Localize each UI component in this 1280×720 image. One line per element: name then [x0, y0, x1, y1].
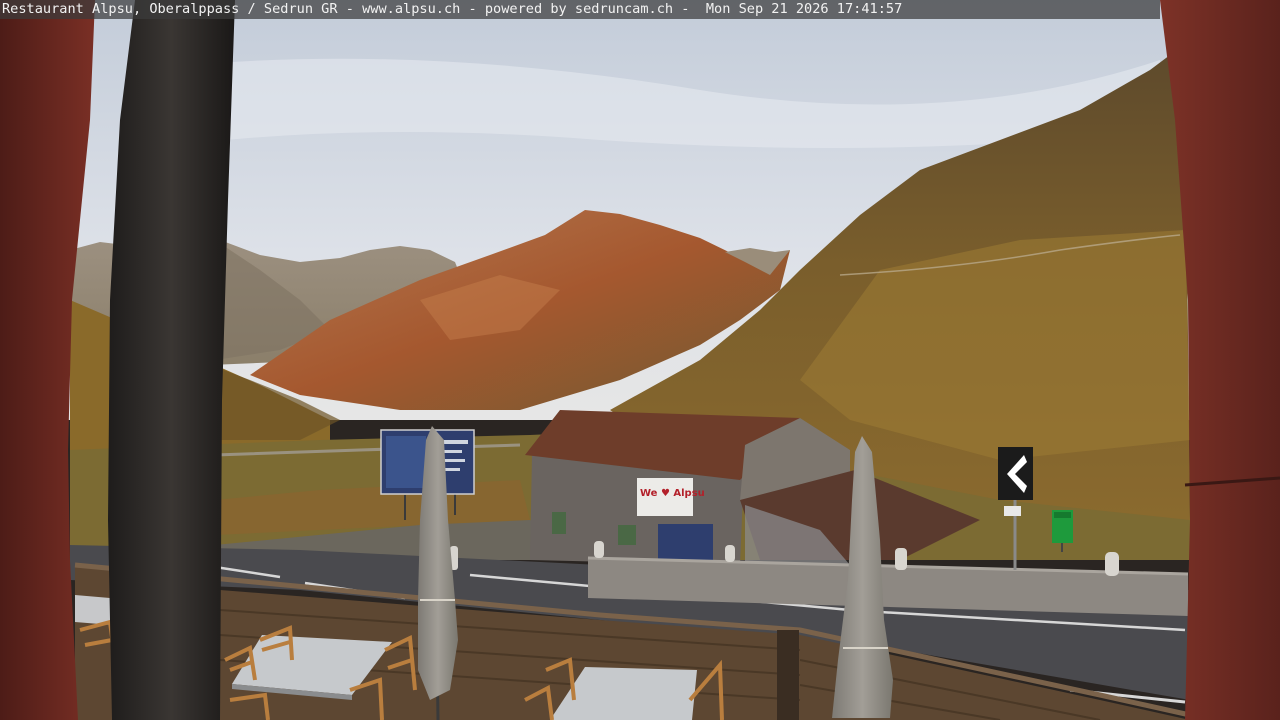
webcam-scene: We ♥ Alpsu: [0, 0, 1280, 720]
window-pole: [108, 0, 235, 720]
timestamp-overlay-bar: Restaurant Alpsu, Oberalppass / Sedrun G…: [0, 0, 1160, 19]
fence-post: [777, 630, 799, 720]
timestamp-caption: Restaurant Alpsu, Oberalppass / Sedrun G…: [2, 1, 903, 17]
hut-sign-text: We ♥ Alpsu: [640, 488, 705, 499]
